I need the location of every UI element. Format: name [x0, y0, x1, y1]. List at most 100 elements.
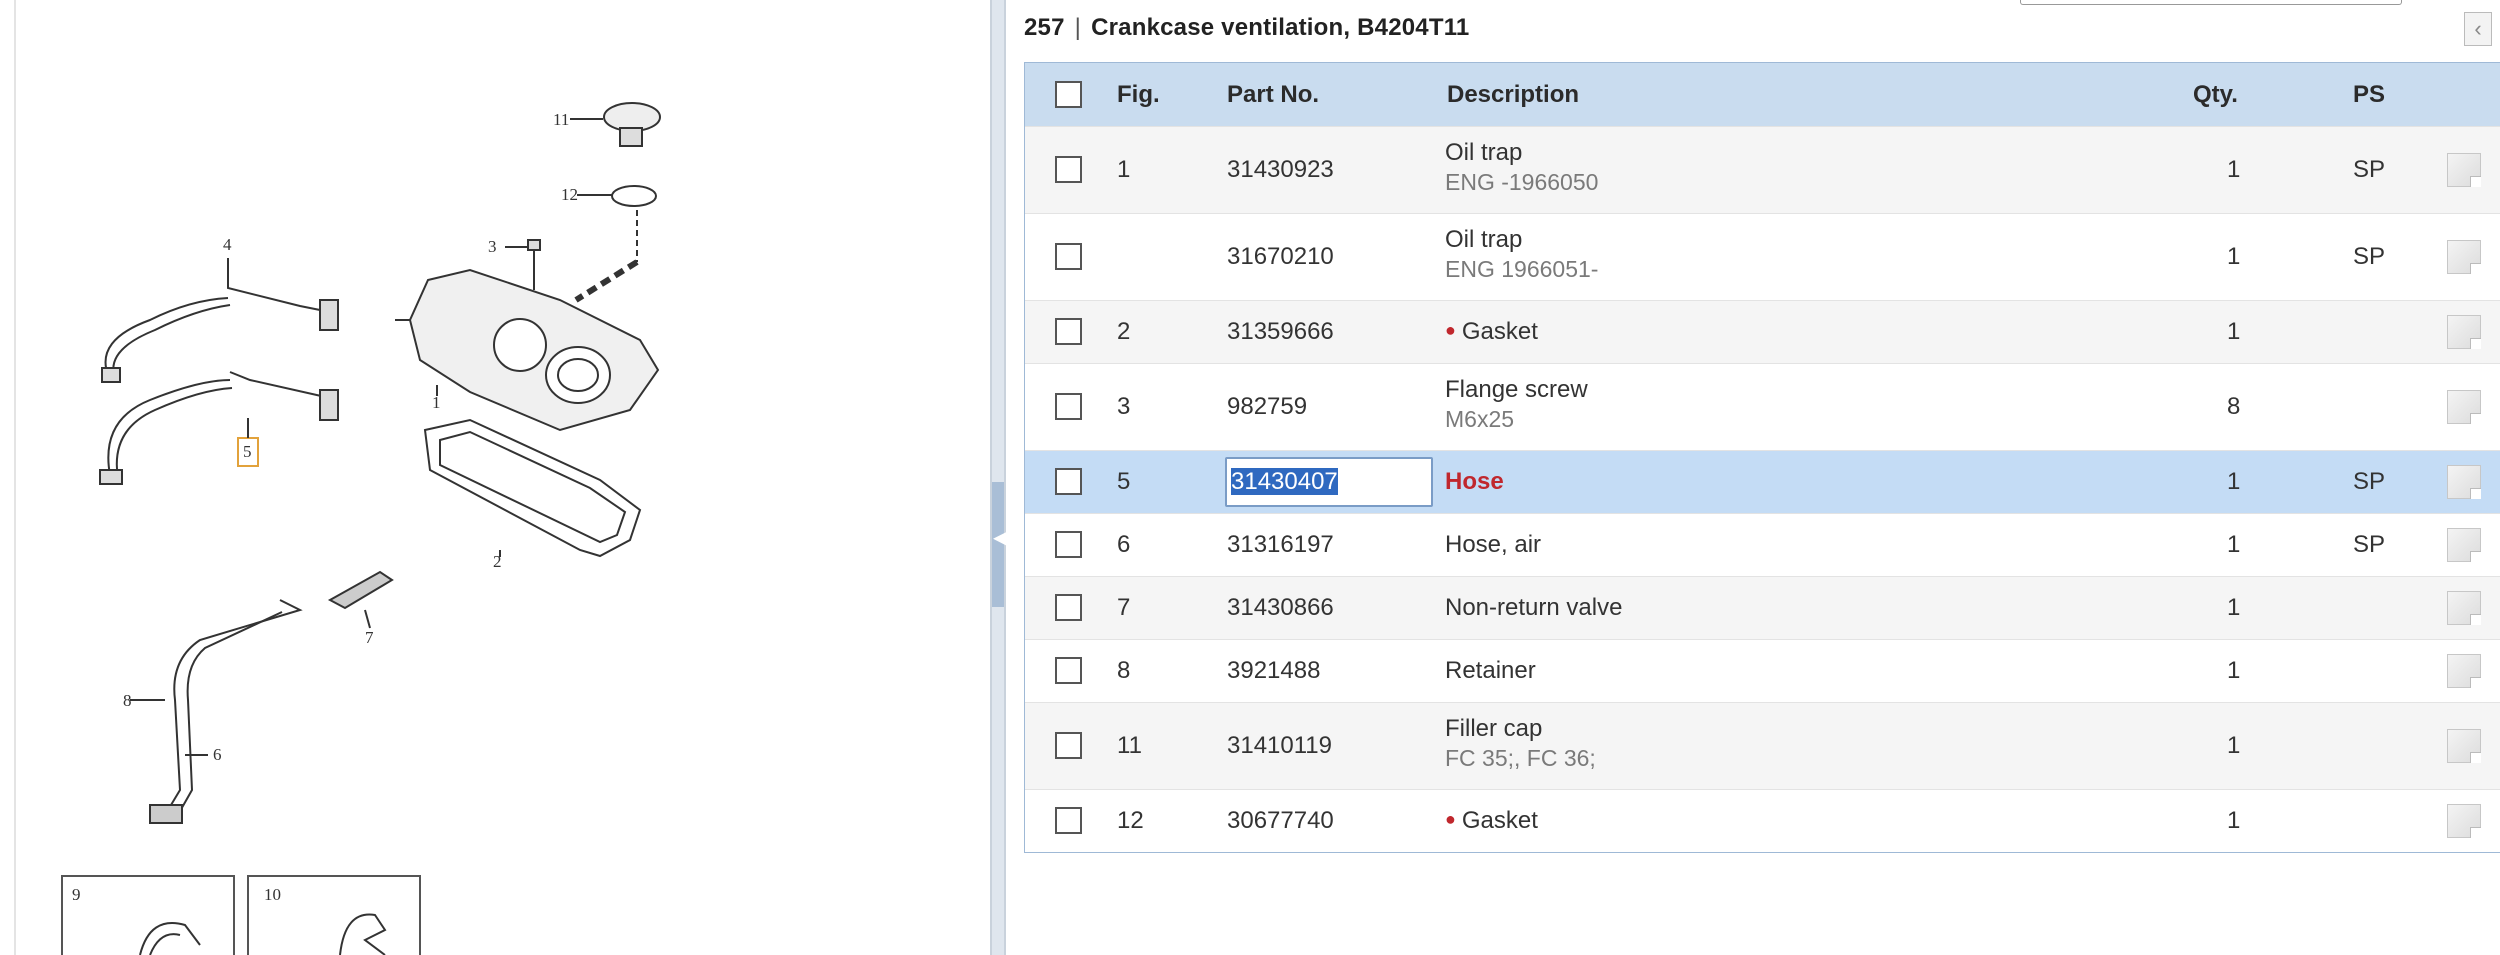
description-text: Hose — [1445, 468, 1504, 496]
header-qty[interactable]: Qty. — [2193, 63, 2238, 126]
description-cell: Hose, air — [1445, 531, 1541, 559]
part-no-cell[interactable]: 31410119 — [1227, 732, 1332, 760]
row-checkbox[interactable] — [1055, 393, 1082, 420]
row-checkbox[interactable] — [1055, 156, 1082, 183]
qty-cell: 1 — [2227, 531, 2241, 558]
table-row[interactable]: 11 31410119 Filler cap FC 35;, FC 36; 1 — [1025, 702, 2500, 789]
qty-cell: 1 — [2227, 732, 2241, 759]
description-text: Retainer — [1445, 657, 1536, 685]
description-cell: Non-return valve — [1445, 594, 1622, 622]
part-no-cell[interactable]: 31430866 — [1227, 594, 1334, 622]
callout-6[interactable]: 6 — [213, 745, 222, 764]
description-label: Oil trap — [1445, 226, 1523, 253]
parts-table: Fig. Part No. Description Qty. PS 1 31430… — [1024, 62, 2500, 853]
row-checkbox[interactable] — [1055, 594, 1082, 621]
fig-cell: 5 — [1117, 468, 1131, 495]
ps-cell: SP — [2353, 156, 2386, 183]
description-label: Hose — [1445, 468, 1504, 495]
part-no-cell[interactable]: 982759 — [1227, 393, 1307, 421]
row-checkbox[interactable] — [1055, 243, 1082, 270]
callout-4[interactable]: 4 — [223, 235, 232, 254]
part-no-cell[interactable]: 31316197 — [1227, 531, 1334, 559]
bullet-icon: ● — [1445, 320, 1456, 340]
thumbnail-9[interactable] — [61, 875, 235, 955]
part-no-cell[interactable]: 30677740 — [1227, 807, 1334, 835]
table-header: Fig. Part No. Description Qty. PS — [1025, 63, 2500, 126]
table-row[interactable]: 2 31359666 ● Gasket 1 — [1025, 300, 2500, 363]
qty-cell: 1 — [2227, 594, 2241, 621]
description-text: ● Gasket — [1445, 807, 1538, 835]
row-checkbox[interactable] — [1055, 468, 1082, 495]
callout-11[interactable]: 11 — [553, 110, 569, 129]
ps-cell: SP — [2353, 468, 2386, 495]
table-row[interactable]: 5 31430407 Hose 1 SP — [1025, 450, 2500, 513]
note-icon[interactable] — [2447, 591, 2481, 625]
row-checkbox[interactable] — [1055, 732, 1082, 759]
qty-cell: 1 — [2227, 318, 2241, 345]
description-subtext: M6x25 — [1445, 406, 1515, 432]
collapse-button[interactable]: ‹ — [2464, 12, 2492, 46]
row-checkbox[interactable] — [1055, 657, 1082, 684]
description-label: Hose, air — [1445, 531, 1542, 558]
select-all-checkbox[interactable] — [1055, 81, 1082, 108]
note-icon[interactable] — [2447, 804, 2481, 838]
header-description[interactable]: Description — [1447, 63, 1579, 126]
row-checkbox[interactable] — [1055, 807, 1082, 834]
fig-cell: 11 — [1117, 732, 1142, 759]
table-row[interactable]: 7 31430866 Non-return valve 1 — [1025, 576, 2500, 639]
fig-cell: 2 — [1117, 318, 1131, 345]
fig-cell: 3 — [1117, 393, 1131, 420]
callout-5[interactable]: 5 — [243, 442, 252, 461]
header-fig[interactable]: Fig. — [1117, 63, 1160, 126]
header-ps[interactable]: PS — [2353, 63, 2385, 126]
exploded-diagram: 11 12 4 3 1 5 2 7 8 6 9 10 — [61, 102, 661, 955]
description-label: Gasket — [1461, 318, 1538, 345]
fig-cell: 8 — [1117, 657, 1131, 684]
description-label: Oil trap — [1445, 139, 1523, 166]
part-no-cell[interactable]: 31670210 — [1227, 243, 1334, 271]
description-cell: Filler cap FC 35;, FC 36; — [1445, 715, 1596, 772]
diagram-pane: 11 12 4 3 1 5 2 7 8 6 9 10 — [0, 0, 990, 955]
description-text: Hose, air — [1445, 531, 1541, 559]
table-row[interactable]: 12 30677740 ● Gasket 1 — [1025, 789, 2500, 852]
fig-cell: 7 — [1117, 594, 1131, 621]
qty-cell: 1 — [2227, 657, 2241, 684]
description-cell: Flange screw M6x25 — [1445, 376, 1588, 433]
qty-cell: 1 — [2227, 156, 2241, 183]
qty-cell: 1 — [2227, 468, 2241, 495]
part-no-cell[interactable]: 31430923 — [1227, 156, 1334, 184]
note-icon[interactable] — [2447, 528, 2481, 562]
thumbnail-label-10: 10 — [264, 885, 281, 904]
description-subtext: FC 35;, FC 36; — [1445, 745, 1596, 771]
note-icon[interactable] — [2447, 654, 2481, 688]
table-row[interactable]: 31670210 Oil trap ENG 1966051- 1 SP — [1025, 213, 2500, 300]
note-icon[interactable] — [2447, 315, 2481, 349]
row-checkbox[interactable] — [1055, 318, 1082, 345]
part-no-selected-text: 31430407 — [1231, 468, 1338, 495]
callout-12[interactable]: 12 — [561, 185, 578, 204]
table-row[interactable]: 6 31316197 Hose, air 1 SP — [1025, 513, 2500, 576]
fig-cell: 12 — [1117, 807, 1144, 834]
part-no-field[interactable]: 31430407 — [1225, 457, 1433, 507]
part-no-cell[interactable]: 3921488 — [1227, 657, 1320, 685]
table-row[interactable]: 1 31430923 Oil trap ENG -1966050 1 SP — [1025, 126, 2500, 213]
description-text: Non-return valve — [1445, 594, 1622, 622]
table-row[interactable]: 3 982759 Flange screw M6x25 8 — [1025, 363, 2500, 450]
header-part-no[interactable]: Part No. — [1227, 63, 1319, 126]
qty-cell: 8 — [2227, 393, 2241, 420]
note-icon[interactable] — [2447, 465, 2481, 499]
part-no-cell[interactable]: 31359666 — [1227, 318, 1334, 346]
callout-7[interactable]: 7 — [365, 628, 374, 647]
table-row[interactable]: 8 3921488 Retainer 1 — [1025, 639, 2500, 702]
callout-3[interactable]: 3 — [488, 237, 497, 256]
note-icon[interactable] — [2447, 153, 2481, 187]
description-cell: Retainer — [1445, 657, 1536, 685]
note-icon[interactable] — [2447, 240, 2481, 274]
note-icon[interactable] — [2447, 390, 2481, 424]
search-box-edge[interactable] — [2020, 0, 2402, 5]
pane-splitter[interactable]: ◀ — [990, 0, 1008, 955]
section-name: Crankcase ventilation, B4204T11 — [1091, 14, 1470, 41]
row-checkbox[interactable] — [1055, 531, 1082, 558]
bullet-icon: ● — [1445, 809, 1456, 829]
note-icon[interactable] — [2447, 729, 2481, 763]
